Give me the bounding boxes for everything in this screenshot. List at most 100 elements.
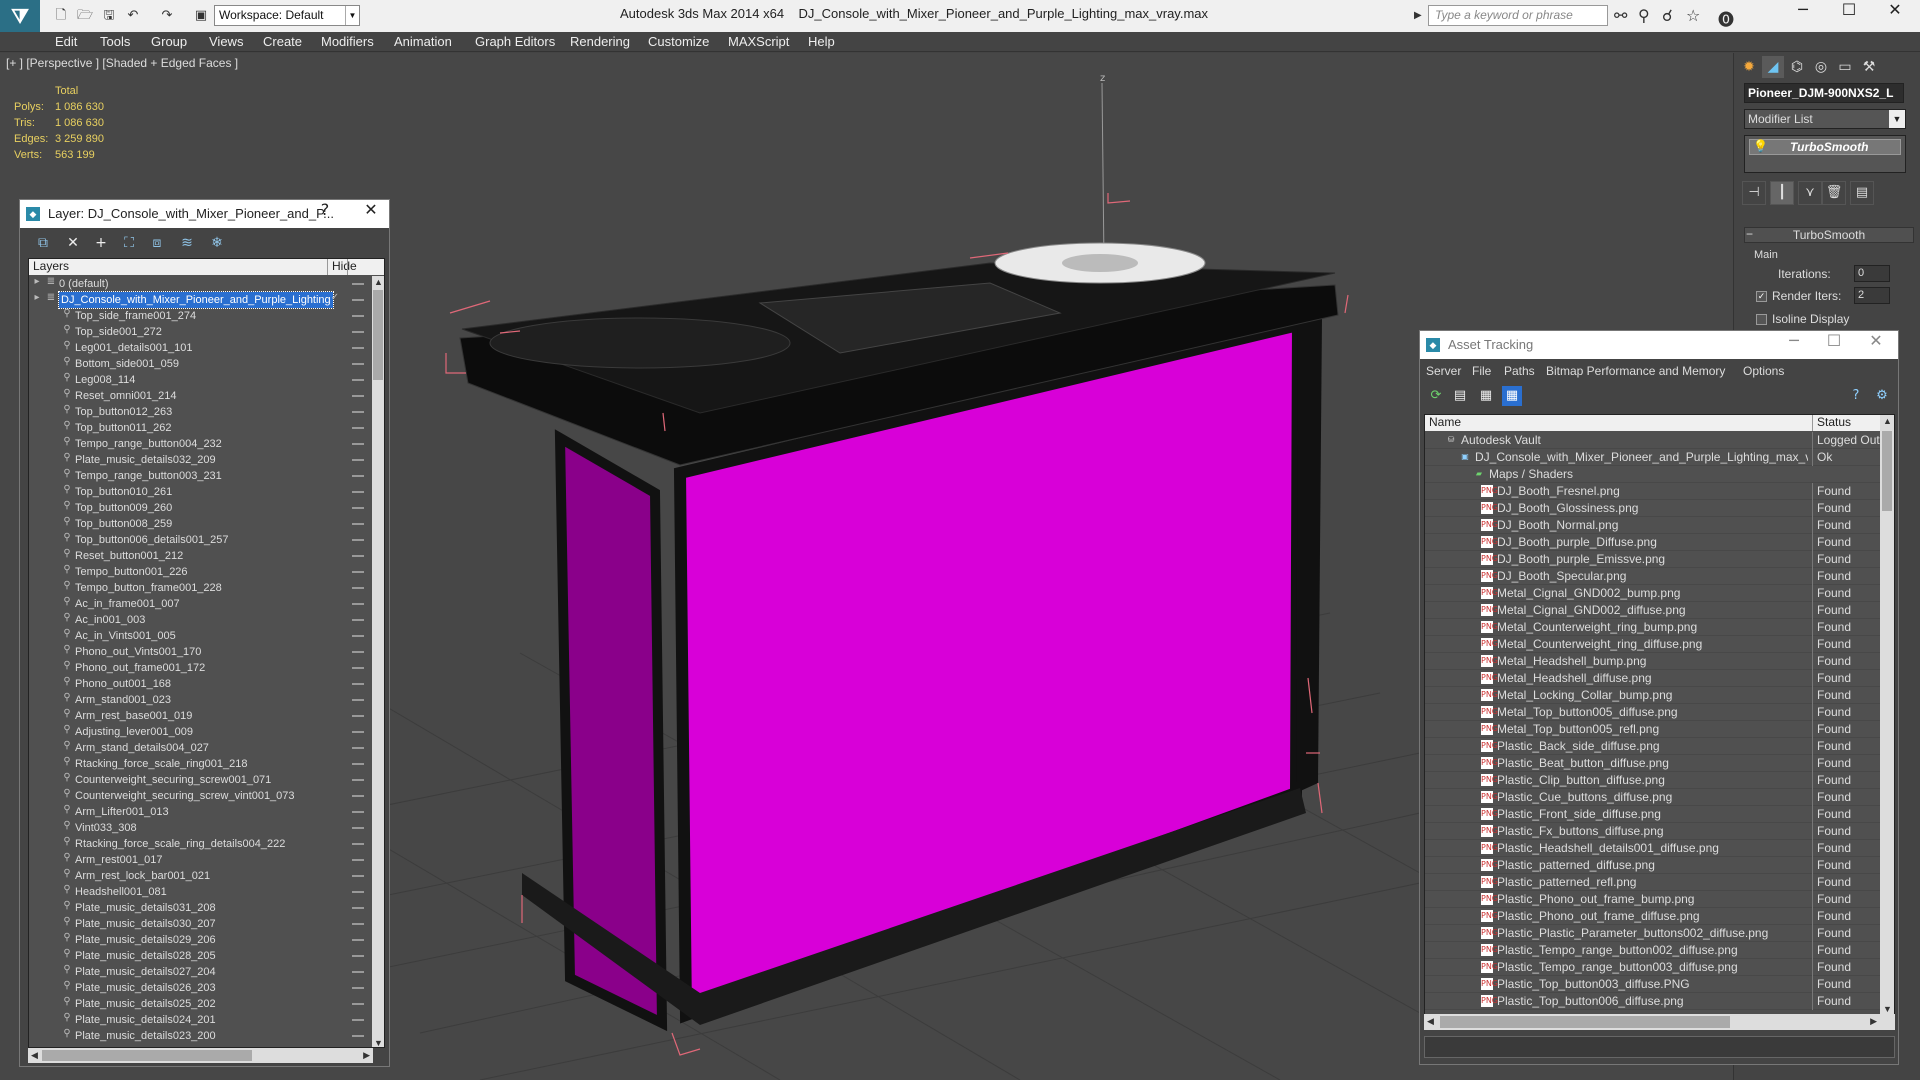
layer-row[interactable]: ⚲ Plate_music_details027_204 xyxy=(29,964,374,980)
help-icon[interactable]: ? xyxy=(1846,386,1866,406)
binoculars-icon[interactable]: ⚯ xyxy=(1614,6,1627,25)
hide-toggle[interactable] xyxy=(352,907,364,909)
hide-toggle[interactable] xyxy=(352,843,364,845)
subscription-icon[interactable]: ⚲ xyxy=(1638,6,1650,25)
menu-help[interactable]: Help xyxy=(808,34,835,49)
expand-icon[interactable]: ▸ xyxy=(31,276,43,287)
asset-row[interactable]: ▰ Maps / Shaders xyxy=(1425,466,1882,483)
help-icon[interactable]: ⓿ xyxy=(1718,6,1734,30)
table-view-icon[interactable]: ▦ xyxy=(1502,386,1522,406)
layer-row[interactable]: ⚲ Top_button011_262 xyxy=(29,420,374,436)
layer-row[interactable]: ⚲ Top_side001_272 xyxy=(29,324,374,340)
layer-row[interactable]: ⚲ Plate_music_details026_203 xyxy=(29,980,374,996)
asset-row[interactable]: PNG Plastic_Phono_out_frame_diffuse.png Fo… xyxy=(1425,908,1882,925)
hide-toggle[interactable] xyxy=(352,299,364,301)
hide-toggle[interactable] xyxy=(352,859,364,861)
layer-row[interactable]: ⚲ Plate_music_details024_201 xyxy=(29,1012,374,1028)
asset-row[interactable]: PNG Plastic_Front_side_diffuse.png Found xyxy=(1425,806,1882,823)
asset-dialog-titlebar[interactable]: ◆ Asset Tracking ─ ☐ ✕ xyxy=(1420,331,1898,359)
render-iters-checkbox[interactable]: ✓ xyxy=(1756,291,1767,302)
project-folder-icon[interactable]: ▣ xyxy=(192,7,210,25)
remove-modifier-icon[interactable]: 🗑 xyxy=(1822,181,1846,205)
layer-row[interactable]: ⚲ Arm_rest001_017 xyxy=(29,852,374,868)
hide-toggle[interactable] xyxy=(352,891,364,893)
menu-modifiers[interactable]: Modifiers xyxy=(321,34,374,49)
hide-toggle[interactable] xyxy=(352,315,364,317)
hide-toggle[interactable] xyxy=(352,379,364,381)
layer-row[interactable]: ⚲ Rtacking_force_scale_ring001_218 xyxy=(29,756,374,772)
hide-toggle[interactable] xyxy=(352,635,364,637)
hide-toggle[interactable] xyxy=(352,459,364,461)
hide-toggle[interactable] xyxy=(352,443,364,445)
asset-row[interactable]: PNG Plastic_Tempo_range_button003_diffuse… xyxy=(1425,959,1882,976)
asset-menu-paths[interactable]: Paths xyxy=(1504,364,1535,378)
menu-graph-editors[interactable]: Graph Editors xyxy=(475,34,555,49)
hide-toggle[interactable] xyxy=(352,555,364,557)
layer-row[interactable]: ⚲ Rtacking_force_scale_ring_details004_22… xyxy=(29,836,374,852)
asset-row[interactable]: PNG DJ_Booth_purple_Emissve.png Found xyxy=(1425,551,1882,568)
add-to-layer-icon[interactable]: + xyxy=(90,233,112,253)
expand-search-icon[interactable]: ▶ xyxy=(1414,10,1422,21)
workspace-dropdown[interactable]: Workspace: Default ▼ xyxy=(214,5,360,26)
close-button[interactable]: ✕ xyxy=(1872,0,1918,30)
asset-row[interactable]: PNG DJ_Booth_Normal.png Found xyxy=(1425,517,1882,534)
asset-row[interactable]: PNG Plastic_Top_button006_diffuse.png Foun… xyxy=(1425,993,1882,1010)
layer-row[interactable]: ⚲ Arm_stand001_023 xyxy=(29,692,374,708)
lightbulb-icon[interactable]: 💡 xyxy=(1753,139,1768,153)
menu-animation[interactable]: Animation xyxy=(394,34,452,49)
layer-row[interactable]: ⚲ Leg001_details001_101 xyxy=(29,340,374,356)
modifier-list-dropdown[interactable]: Modifier List ▼ xyxy=(1744,109,1906,129)
hide-toggle[interactable] xyxy=(352,539,364,541)
hide-toggle[interactable] xyxy=(352,411,364,413)
layer-row[interactable]: ⚲ Top_button006_details001_257 xyxy=(29,532,374,548)
menu-tools[interactable]: Tools xyxy=(100,34,130,49)
asset-row[interactable]: PNG Metal_Counterweight_ring_bump.png Foun… xyxy=(1425,619,1882,636)
layer-row[interactable]: ⚲ Tempo_button001_226 xyxy=(29,564,374,580)
asset-horizontal-scrollbar[interactable]: ◀ ▶ xyxy=(1424,1014,1895,1030)
layer-scrollbar[interactable]: ▲ ▼ xyxy=(372,276,384,1047)
asset-row[interactable]: PNG Plastic_Top_button003_diffuse.PNG Foun… xyxy=(1425,976,1882,993)
hide-toggle[interactable] xyxy=(352,1035,364,1037)
hide-toggle[interactable] xyxy=(352,715,364,717)
hide-toggle[interactable] xyxy=(352,651,364,653)
stack-item-turbosmooth[interactable]: TurboSmooth xyxy=(1749,139,1901,155)
asset-row[interactable]: PNG Metal_Headshell_diffuse.png Found xyxy=(1425,670,1882,687)
layer-row[interactable]: ⚲ Arm_stand_details004_027 xyxy=(29,740,374,756)
hide-toggle[interactable] xyxy=(352,987,364,989)
asset-row[interactable]: PNG Plastic_patterned_refl.png Found xyxy=(1425,874,1882,891)
delete-layer-icon[interactable]: ✕ xyxy=(62,233,84,253)
asset-row[interactable]: PNG Metal_Top_button005_diffuse.png Found xyxy=(1425,704,1882,721)
redo-icon[interactable]: ↷ xyxy=(158,7,176,25)
minimize-button[interactable]: ─ xyxy=(1776,331,1812,359)
app-logo-icon[interactable]: ⧩ xyxy=(0,0,40,32)
layer-row[interactable]: ⚲ Vint033_308 xyxy=(29,820,374,836)
asset-path-field[interactable] xyxy=(1424,1036,1895,1058)
hide-toggle[interactable] xyxy=(352,603,364,605)
hide-toggle[interactable] xyxy=(352,683,364,685)
hide-toggle[interactable] xyxy=(352,699,364,701)
asset-row[interactable]: PNG Plastic_Headshell_details001_diffuse.… xyxy=(1425,840,1882,857)
asset-menu-file[interactable]: File xyxy=(1472,364,1491,378)
layer-row[interactable]: ⚲ Plate_music_details029_206 xyxy=(29,932,374,948)
asset-menu-bitmap[interactable]: Bitmap Performance and Memory xyxy=(1546,364,1725,378)
layer-row[interactable]: ⚲ Tempo_range_button004_232 xyxy=(29,436,374,452)
asset-row[interactable]: PNG DJ_Booth_Glossiness.png Found xyxy=(1425,500,1882,517)
layer-row[interactable]: ⚲ Ac_in_Vints001_005 xyxy=(29,628,374,644)
settings-icon[interactable]: ⚙ xyxy=(1872,386,1892,406)
hide-toggle[interactable] xyxy=(352,763,364,765)
layer-row[interactable]: ⚲ Tempo_range_button003_231 xyxy=(29,468,374,484)
hide-toggle[interactable] xyxy=(352,971,364,973)
asset-row[interactable]: PNG Metal_Headshell_bump.png Found xyxy=(1425,653,1882,670)
layer-row[interactable]: ⚲ Reset_button001_212 xyxy=(29,548,374,564)
menu-views[interactable]: Views xyxy=(209,34,243,49)
open-file-icon[interactable]: 🗁 xyxy=(76,7,94,25)
asset-row[interactable]: PNG Metal_Top_button005_refl.png Found xyxy=(1425,721,1882,738)
save-file-icon[interactable]: 🖫 xyxy=(100,7,118,25)
layer-row[interactable]: ⚲ Top_button009_260 xyxy=(29,500,374,516)
asset-row[interactable]: PNG DJ_Booth_Fresnel.png Found xyxy=(1425,483,1882,500)
asset-row[interactable]: PNG Plastic_Phono_out_frame_bump.png Found xyxy=(1425,891,1882,908)
hide-all-layers-icon[interactable]: ≋ xyxy=(176,233,198,253)
asset-row[interactable]: PNG Metal_Locking_Collar_bump.png Found xyxy=(1425,687,1882,704)
layer-row[interactable]: ≣ 0 (default) ▸ xyxy=(29,276,374,292)
close-icon[interactable]: ✕ xyxy=(1858,331,1894,359)
